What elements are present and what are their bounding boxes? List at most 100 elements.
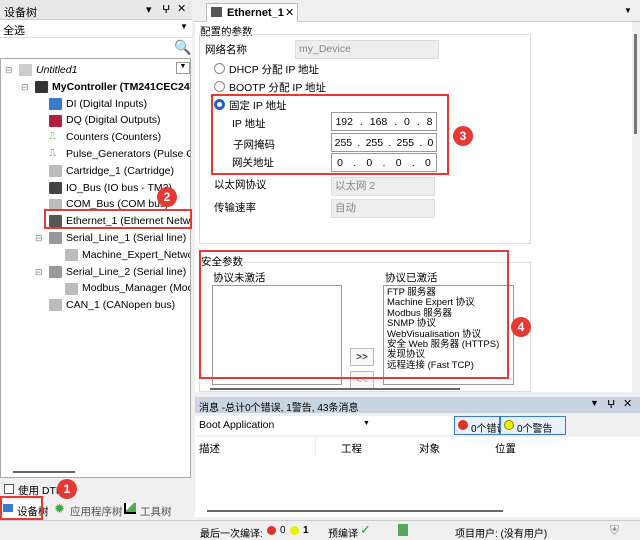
error-count: 0 xyxy=(280,525,286,536)
tree-item-label: Pulse_Generators (Pulse Genera xyxy=(66,148,190,160)
dropdown-icon[interactable]: ▼ xyxy=(590,398,599,408)
warning-icon xyxy=(504,420,514,430)
chart-icon xyxy=(124,503,136,514)
speed-label: 传输速率 xyxy=(214,202,256,214)
column-divider xyxy=(315,437,316,457)
connection-icon[interactable] xyxy=(398,524,408,536)
dhcp-radio[interactable] xyxy=(214,63,225,74)
tree-item-label: Counters (Counters) xyxy=(66,131,162,144)
controller-icon xyxy=(35,81,48,94)
precompile-label: 预编译 xyxy=(328,529,358,540)
tree-item[interactable]: ⎍ Pulse_Generators (Pulse Genera xyxy=(49,146,190,162)
error-icon xyxy=(267,526,276,535)
module-icon xyxy=(49,165,62,178)
module-icon xyxy=(49,299,62,312)
gear-icon: ✹ xyxy=(54,501,65,516)
horizontal-scrollbar[interactable] xyxy=(13,471,75,473)
dhcp-label: DHCP 分配 IP 地址 xyxy=(229,64,320,76)
warnings-filter-button[interactable]: 0个警告 xyxy=(500,416,566,435)
close-icon[interactable]: ✕ xyxy=(177,2,186,15)
tab-application-tree[interactable]: ✹ 应用程序树 xyxy=(54,500,123,520)
column-description[interactable]: 描述 xyxy=(199,441,220,456)
horizontal-scrollbar[interactable] xyxy=(207,510,503,512)
collapse-icon[interactable]: ⊟ xyxy=(35,264,43,280)
highlight-ip-settings xyxy=(211,94,449,175)
tree-item-label: DI (Digital Inputs) xyxy=(66,97,148,110)
panel-title: 设备树 xyxy=(4,7,37,19)
dropdown-icon[interactable]: ▾ xyxy=(146,3,152,16)
errors-filter-button[interactable]: 0个错误 xyxy=(454,416,507,435)
vertical-scrollbar[interactable] xyxy=(632,22,640,392)
tree-item[interactable]: ⊟ MyController (TM241CEC24T/U xyxy=(21,79,190,95)
column-position[interactable]: 位置 xyxy=(495,441,516,456)
horizontal-scrollbar[interactable] xyxy=(210,388,460,390)
tree-menu-button[interactable]: ▼ xyxy=(176,62,190,74)
tree-item-label: Serial_Line_2 (Serial line) xyxy=(66,265,187,278)
tree-item[interactable]: DI (Digital Inputs) xyxy=(49,96,147,112)
check-icon: ✓ xyxy=(360,522,371,537)
messages-table: 描述 工程 对象 位置 xyxy=(195,437,640,517)
close-tab-icon[interactable]: ✕ xyxy=(285,6,294,19)
tree-item[interactable]: CAN_1 (CANopen bus) xyxy=(49,297,175,313)
close-icon[interactable]: ✕ xyxy=(623,397,632,410)
project-icon xyxy=(19,64,32,77)
tree-item-label: Modbus_Manager (Modbus M xyxy=(82,282,190,295)
tree-item[interactable]: DQ (Digital Outputs) xyxy=(49,112,161,128)
tree-item[interactable]: Machine_Expert_Network_M xyxy=(65,247,190,263)
collapse-icon[interactable]: ⊟ xyxy=(5,62,13,78)
collapse-icon[interactable]: ⊟ xyxy=(21,79,29,95)
module-icon xyxy=(65,282,78,295)
tab-label: Ethernet_1 xyxy=(227,7,284,19)
warning-count: 1 xyxy=(303,525,309,536)
tab-label: 工具树 xyxy=(140,506,172,518)
pin-icon[interactable]: ⵖ xyxy=(607,398,615,411)
tab-label: 应用程序树 xyxy=(70,506,123,518)
project-user: 项目用户: (没有用户) xyxy=(455,529,548,540)
bootp-radio[interactable] xyxy=(214,81,225,92)
collapse-icon[interactable]: ⊟ xyxy=(35,230,43,246)
annotation-badge-4: 4 xyxy=(511,317,531,337)
serial-icon xyxy=(49,265,62,278)
device-tree-header: 设备树 ▾ ⵖ ✕ xyxy=(0,0,192,20)
tree-item-label: CAN_1 (CANopen bus) xyxy=(66,299,176,312)
shield-icon[interactable]: ⛨ xyxy=(610,523,619,538)
tree-item[interactable]: ⊟ Untitled1 xyxy=(5,62,77,78)
tab-list-icon[interactable]: ▼ xyxy=(624,6,632,15)
pin-icon[interactable]: ⵖ xyxy=(162,3,170,16)
source-value: Boot Application xyxy=(199,419,275,431)
module-icon xyxy=(65,249,78,262)
chevron-down-icon: ▼ xyxy=(180,22,188,31)
io-bus-icon xyxy=(49,181,62,194)
tree-item[interactable]: Modbus_Manager (Modbus M xyxy=(65,280,190,296)
network-name-field[interactable]: my_Device xyxy=(295,40,439,59)
counter-icon: ⎍ xyxy=(49,131,62,144)
tab-tool-tree[interactable]: 工具树 xyxy=(122,500,182,520)
annotation-badge-3: 3 xyxy=(453,126,473,146)
tree-item[interactable]: ⊟ Serial_Line_2 (Serial line) xyxy=(35,264,187,280)
tree-item[interactable]: Cartridge_1 (Cartridge) xyxy=(49,163,174,179)
filter-select[interactable]: 全选 ▼ xyxy=(0,20,192,38)
tree-item-label: DQ (Digital Outputs) xyxy=(66,114,161,127)
warnings-label: 0个警告 xyxy=(517,424,553,435)
eth-protocol-field: 以太网 2 xyxy=(331,177,435,196)
highlight-security xyxy=(199,250,509,379)
chevron-down-icon: ▼ xyxy=(363,420,370,427)
search-row[interactable]: 🔍 xyxy=(0,38,192,58)
tree-item[interactable]: IO_Bus (IO bus - TM3) xyxy=(49,180,172,196)
tree-item-label: IO_Bus (IO bus - TM3) xyxy=(66,181,172,194)
use-dtm-checkbox[interactable] xyxy=(4,484,14,494)
speed-field: 自动 xyxy=(331,199,435,218)
tree-item[interactable]: ⊟ Serial_Line_1 (Serial line) xyxy=(35,230,186,246)
filter-value: 全选 xyxy=(3,25,25,37)
highlight-ethernet xyxy=(44,209,192,229)
column-object[interactable]: 对象 xyxy=(419,441,440,456)
annotation-badge-2: 2 xyxy=(157,187,177,207)
device-tree: ▼ ⊟ Untitled1 ⊟ MyController (TM241CEC24T/U… xyxy=(0,58,191,478)
status-bar: 最后一次编译: 0 1 预编译 ✓ 项目用户: (没有用户) ⛨ xyxy=(0,520,640,540)
search-icon[interactable]: 🔍 xyxy=(174,39,191,56)
bootp-label: BOOTP 分配 IP 地址 xyxy=(229,82,327,94)
tab-ethernet-1[interactable]: Ethernet_1 ✕ xyxy=(206,3,298,22)
column-project[interactable]: 工程 xyxy=(341,441,362,456)
message-source-select[interactable]: Boot Application ▼ xyxy=(195,416,453,435)
tree-item[interactable]: ⎍ Counters (Counters) xyxy=(49,129,161,145)
